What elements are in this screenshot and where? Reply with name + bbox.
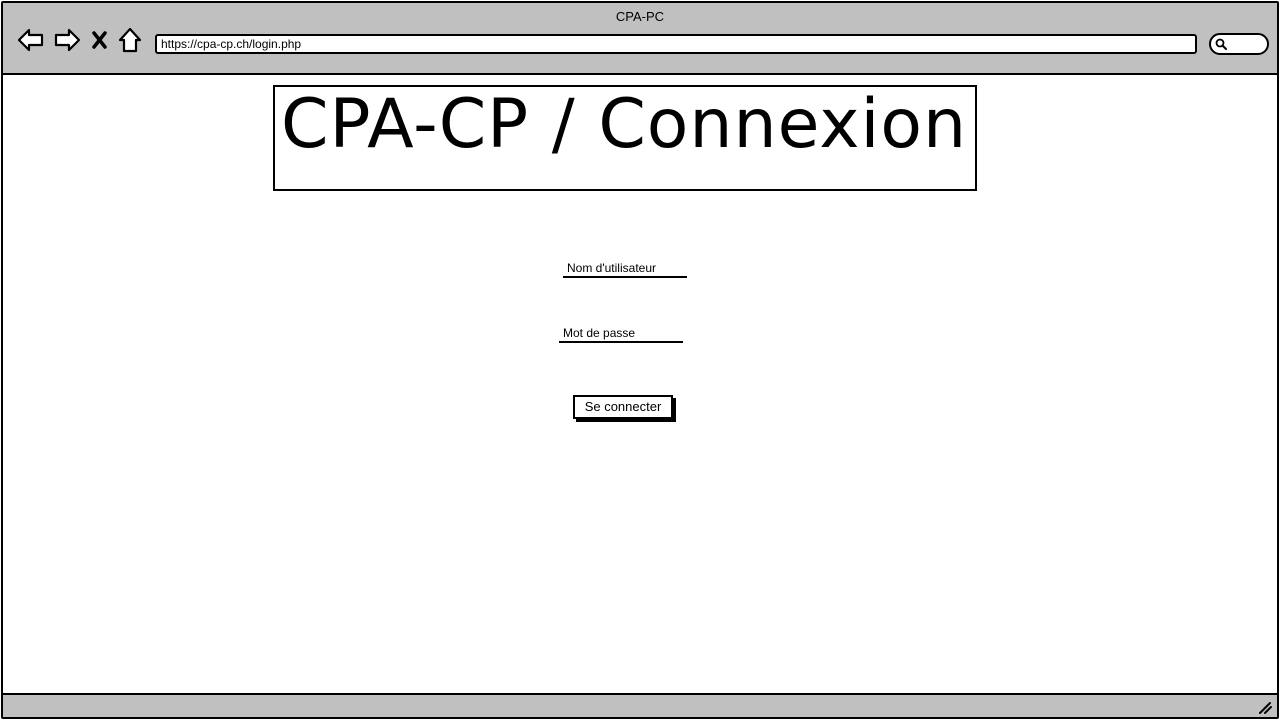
- forward-arrow-icon: [54, 28, 81, 52]
- address-bar[interactable]: https://cpa-cp.ch/login.php: [155, 34, 1197, 54]
- page-title-box: CPA-CP / Connexion: [273, 85, 977, 191]
- username-underline: [563, 276, 687, 278]
- home-button[interactable]: [117, 25, 143, 55]
- password-label: Mot de passe: [563, 326, 636, 340]
- close-icon: [92, 31, 107, 49]
- stop-button[interactable]: [89, 25, 111, 55]
- browser-toolbar: CPA-PC https://cpa-cp.ch/login.php: [3, 3, 1277, 75]
- browser-window: CPA-PC https://cpa-cp.ch/login.php CPA-C…: [1, 1, 1279, 719]
- search-icon: [1215, 38, 1227, 50]
- back-arrow-icon: [17, 28, 44, 52]
- search-field[interactable]: [1209, 33, 1269, 55]
- username-label: Nom d'utilisateur: [567, 261, 656, 275]
- resize-grip-icon[interactable]: [1257, 699, 1273, 715]
- home-icon: [118, 27, 142, 53]
- window-title: CPA-PC: [615, 9, 665, 24]
- status-bar: [3, 693, 1277, 717]
- back-button[interactable]: [16, 25, 46, 55]
- password-field[interactable]: Mot de passe: [559, 325, 685, 343]
- forward-button[interactable]: [52, 25, 82, 55]
- password-underline: [559, 341, 683, 343]
- login-button[interactable]: Se connecter: [573, 395, 673, 419]
- page-title: CPA-CP / Connexion: [281, 85, 968, 164]
- username-field[interactable]: Nom d'utilisateur: [563, 260, 689, 278]
